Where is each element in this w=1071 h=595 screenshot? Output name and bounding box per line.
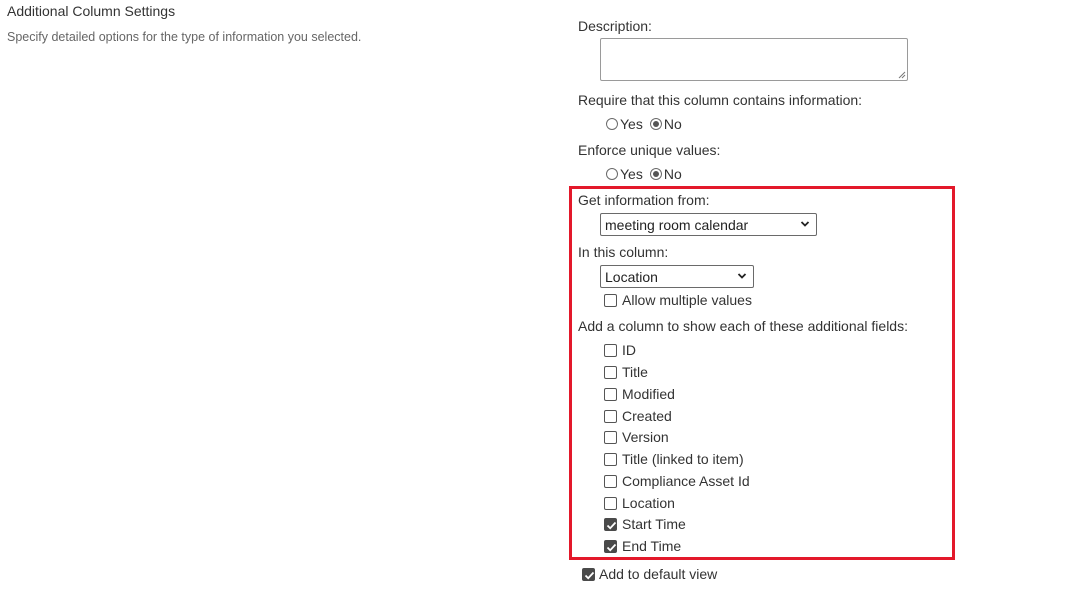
unique-no-radio[interactable] (649, 168, 662, 180)
column-settings-page: Additional Column Settings Specify detai… (0, 0, 1071, 595)
field-title-label: Title (622, 364, 648, 380)
require-no-label: No (663, 116, 682, 132)
field-compliance-asset-id-label: Compliance Asset Id (622, 473, 750, 489)
field-location-label: Location (622, 495, 675, 511)
field-option-modified[interactable]: Modified (604, 386, 675, 402)
field-end-time-label: End Time (622, 538, 682, 554)
default-view-label: Add to default view (599, 566, 718, 582)
default-view-row[interactable]: Add to default view (582, 566, 717, 582)
field-end-time-checkbox[interactable] (604, 539, 617, 553)
field-created-label: Created (622, 408, 672, 424)
field-compliance-asset-id-checkbox[interactable] (604, 474, 617, 488)
allow-multiple-row[interactable]: Allow multiple values (604, 292, 752, 308)
in-column-select-value: Location (605, 268, 658, 285)
additional-fields-label: Add a column to show each of these addit… (578, 318, 908, 334)
get-info-select[interactable]: meeting room calendar (600, 213, 817, 236)
allow-multiple-label: Allow multiple values (622, 292, 752, 308)
field-option-version[interactable]: Version (604, 429, 669, 445)
field-option-compliance-asset-id[interactable]: Compliance Asset Id (604, 473, 750, 489)
field-start-time-label: Start Time (622, 516, 686, 532)
description-textarea[interactable] (600, 38, 908, 81)
require-radio-group: Yes No (606, 116, 689, 132)
chevron-down-icon (800, 221, 810, 227)
field-title-linked-label: Title (linked to item) (622, 451, 744, 467)
field-id-checkbox[interactable] (604, 343, 617, 357)
resize-grip-icon[interactable] (898, 71, 906, 79)
field-location-checkbox[interactable] (604, 496, 617, 510)
field-option-start-time[interactable]: Start Time (604, 516, 686, 532)
field-option-end-time[interactable]: End Time (604, 538, 681, 554)
field-created-checkbox[interactable] (604, 409, 617, 423)
field-title-linked-checkbox[interactable] (604, 452, 617, 466)
section-title: Additional Column Settings (7, 3, 176, 19)
field-modified-label: Modified (622, 386, 675, 402)
field-id-label: ID (622, 342, 636, 358)
require-yes-label: Yes (620, 116, 643, 132)
field-option-created[interactable]: Created (604, 408, 672, 424)
unique-no-label: No (663, 166, 682, 182)
field-option-location[interactable]: Location (604, 495, 675, 511)
require-no-radio[interactable] (649, 118, 662, 130)
require-label: Require that this column contains inform… (578, 92, 863, 108)
unique-radio-group: Yes No (606, 166, 689, 182)
unique-yes-radio[interactable] (606, 168, 618, 180)
get-info-select-value: meeting room calendar (605, 216, 749, 233)
section-description: Specify detailed options for the type of… (7, 30, 362, 44)
allow-multiple-checkbox[interactable] (604, 293, 617, 307)
field-option-title-linked[interactable]: Title (linked to item) (604, 451, 744, 467)
checkmark-icon (606, 521, 617, 529)
checkmark-icon (606, 543, 617, 551)
unique-label: Enforce unique values: (578, 142, 721, 158)
in-column-select[interactable]: Location (600, 265, 754, 288)
get-info-label: Get information from: (578, 192, 710, 208)
field-modified-checkbox[interactable] (604, 387, 617, 401)
description-label: Description: (578, 18, 652, 34)
field-option-id[interactable]: ID (604, 342, 636, 358)
field-version-checkbox[interactable] (604, 430, 617, 444)
field-start-time-checkbox[interactable] (604, 517, 617, 531)
chevron-down-icon (737, 273, 747, 279)
require-yes-radio[interactable] (606, 118, 618, 130)
field-version-label: Version (622, 429, 669, 445)
field-title-checkbox[interactable] (604, 365, 617, 379)
unique-yes-label: Yes (620, 166, 643, 182)
checkmark-icon (584, 571, 595, 579)
default-view-checkbox[interactable] (582, 567, 595, 581)
in-column-label: In this column: (578, 244, 669, 260)
field-option-title[interactable]: Title (604, 364, 648, 380)
